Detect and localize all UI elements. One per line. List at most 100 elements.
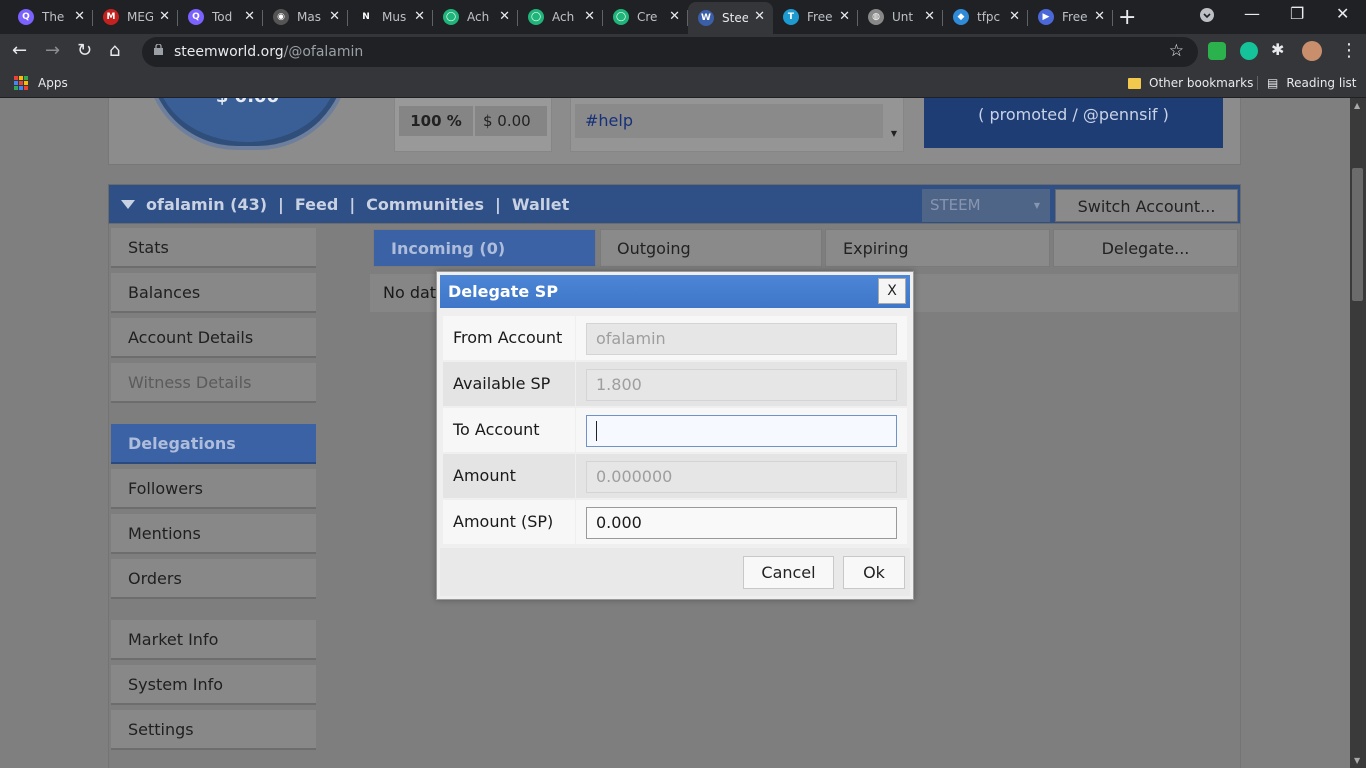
promo-banner[interactable]: ( promoted / @pennsif ) <box>924 98 1223 148</box>
other-bookmarks[interactable]: Other bookmarks <box>1128 76 1253 90</box>
tab-delegate[interactable]: Delegate... <box>1053 229 1238 267</box>
menu-mentions[interactable]: Mentions <box>111 514 316 554</box>
menu-orders[interactable]: Orders <box>111 559 316 599</box>
browser-tab[interactable]: ▶ Free ✕ <box>1028 2 1113 32</box>
wallet-link[interactable]: Wallet <box>512 195 569 214</box>
collapse-arrow-icon[interactable] <box>121 200 135 209</box>
tab-close-icon[interactable]: ✕ <box>1094 9 1105 24</box>
browser-tab[interactable]: ◍ Unt ✕ <box>858 2 943 32</box>
dialog-header[interactable]: Delegate SP X <box>440 275 910 308</box>
separator: | <box>495 195 501 214</box>
browser-tab[interactable]: ◯ Ach ✕ <box>433 2 518 32</box>
communities-link[interactable]: Communities <box>366 195 484 214</box>
tab-favicon-icon: ▶ <box>1038 9 1054 25</box>
menu-system-info[interactable]: System Info <box>111 665 316 705</box>
menu-witness-details[interactable]: Witness Details <box>111 363 316 403</box>
apps-grid-icon <box>14 76 28 90</box>
tab-incoming[interactable]: Incoming (0) <box>373 229 596 267</box>
account-name[interactable]: ofalamin (43) <box>146 195 267 214</box>
tab-favicon-icon: W <box>698 10 714 26</box>
tab-close-icon[interactable]: ✕ <box>414 9 425 24</box>
browser-tab[interactable]: ◯ Cre ✕ <box>603 2 688 32</box>
tab-close-icon[interactable]: ✕ <box>244 9 255 24</box>
tab-close-icon[interactable]: ✕ <box>499 9 510 24</box>
switch-account-button[interactable]: Switch Account... <box>1055 189 1238 222</box>
reading-list-icon: ▤ <box>1267 76 1279 90</box>
minimize-icon[interactable]: — <box>1244 4 1260 23</box>
puzzle-extensions-icon[interactable]: ✱ <box>1271 40 1284 59</box>
forward-icon[interactable]: → <box>45 40 60 61</box>
home-icon[interactable]: ⌂ <box>109 40 120 61</box>
tab-close-icon[interactable]: ✕ <box>669 9 680 24</box>
tab-close-icon[interactable]: ✕ <box>839 9 850 24</box>
menu-balances[interactable]: Balances <box>111 273 316 313</box>
from-account-label: From Account <box>443 316 575 360</box>
tab-favicon-icon: M <box>103 9 119 25</box>
menu-delegations[interactable]: Delegations <box>111 424 316 464</box>
tag-link[interactable]: #help <box>575 104 883 138</box>
back-icon[interactable]: ← <box>12 40 27 61</box>
ok-button[interactable]: Ok <box>843 556 905 589</box>
tab-close-icon[interactable]: ✕ <box>329 9 340 24</box>
scroll-down-icon[interactable]: ▼ <box>891 129 897 138</box>
promo-line: ( promoted / @pennsif ) <box>978 105 1169 124</box>
to-account-input[interactable] <box>586 415 897 447</box>
reading-list-label: Reading list <box>1286 76 1357 90</box>
coin-select[interactable]: STEEM ▼ <box>922 189 1050 222</box>
menu-settings[interactable]: Settings <box>111 710 316 750</box>
tab-outgoing[interactable]: Outgoing <box>600 229 822 267</box>
address-bar[interactable]: steemworld.org/@ofalamin ☆ <box>142 37 1198 67</box>
browser-tab[interactable]: Q Tod ✕ <box>178 2 263 32</box>
tab-close-icon[interactable]: ✕ <box>584 9 595 24</box>
tab-search-icon[interactable] <box>1199 7 1215 27</box>
grammarly-icon[interactable] <box>1240 42 1258 60</box>
menu-market-info[interactable]: Market Info <box>111 620 316 660</box>
dialog-close-button[interactable]: X <box>878 278 906 304</box>
tab-close-icon[interactable]: ✕ <box>754 9 765 24</box>
browser-tab[interactable]: ◯ Ach ✕ <box>518 2 603 32</box>
scroll-down-arrow-icon[interactable]: ▼ <box>1354 756 1360 765</box>
browser-tab[interactable]: T Free ✕ <box>773 2 858 32</box>
menu-stats[interactable]: Stats <box>111 228 316 268</box>
tab-title: Stee <box>722 11 748 25</box>
menu-account-details[interactable]: Account Details <box>111 318 316 358</box>
shield-extension-icon[interactable] <box>1208 42 1226 60</box>
tab-favicon-icon: N <box>358 9 374 25</box>
browser-tab-strip: Q The ✕ M MEG ✕ Q Tod ✕ ◉ Mas ✕ N Mus ✕ ◯ Ach ✕ ◯ Ach ✕ ◯ Cre ✕… <box>0 0 1366 34</box>
feed-link[interactable]: Feed <box>295 195 338 214</box>
menu-followers[interactable]: Followers <box>111 469 316 509</box>
bookmark-star-icon[interactable]: ☆ <box>1169 41 1184 61</box>
vote-amount: $ 0.00 <box>475 106 547 136</box>
browser-tab[interactable]: ◆ tfpc ✕ <box>943 2 1028 32</box>
menu-kebab-icon[interactable]: ⋮ <box>1340 40 1358 61</box>
browser-tab[interactable]: M MEG ✕ <box>93 2 178 32</box>
cancel-button[interactable]: Cancel <box>743 556 834 589</box>
tab-close-icon[interactable]: ✕ <box>924 9 935 24</box>
folder-icon <box>1128 77 1141 89</box>
browser-tab[interactable]: Q The ✕ <box>8 2 93 32</box>
tab-close-icon[interactable]: ✕ <box>74 9 85 24</box>
separator: | <box>349 195 356 214</box>
browser-tab[interactable]: N Mus ✕ <box>348 2 433 32</box>
reload-icon[interactable]: ↻ <box>77 40 92 61</box>
browser-tab[interactable]: ◉ Mas ✕ <box>263 2 348 32</box>
profile-avatar[interactable] <box>1302 41 1322 61</box>
tab-expiring[interactable]: Expiring <box>825 229 1050 267</box>
new-tab-button[interactable]: + <box>1118 5 1136 30</box>
available-sp-label: Available SP <box>443 362 575 406</box>
amount-sp-input[interactable]: 0.000 <box>586 507 897 539</box>
close-window-icon[interactable]: ✕ <box>1336 4 1349 23</box>
scrollbar-thumb[interactable] <box>1352 168 1363 301</box>
reading-list[interactable]: ▤ Reading list <box>1257 76 1357 90</box>
restore-icon[interactable]: ❐ <box>1290 4 1304 23</box>
tab-close-icon[interactable]: ✕ <box>1009 9 1020 24</box>
tab-favicon-icon: ◆ <box>953 9 969 25</box>
tab-title: Free <box>807 10 833 24</box>
scroll-up-icon[interactable]: ▲ <box>1354 101 1360 110</box>
browser-tab[interactable]: W Stee ✕ <box>688 2 773 34</box>
tab-title: Ach <box>552 10 575 24</box>
chevron-down-icon: ▼ <box>1033 201 1040 210</box>
tab-close-icon[interactable]: ✕ <box>159 9 170 24</box>
apps-bookmark[interactable]: Apps <box>14 76 68 90</box>
page-scrollbar[interactable]: ▲ ▼ <box>1350 98 1366 768</box>
